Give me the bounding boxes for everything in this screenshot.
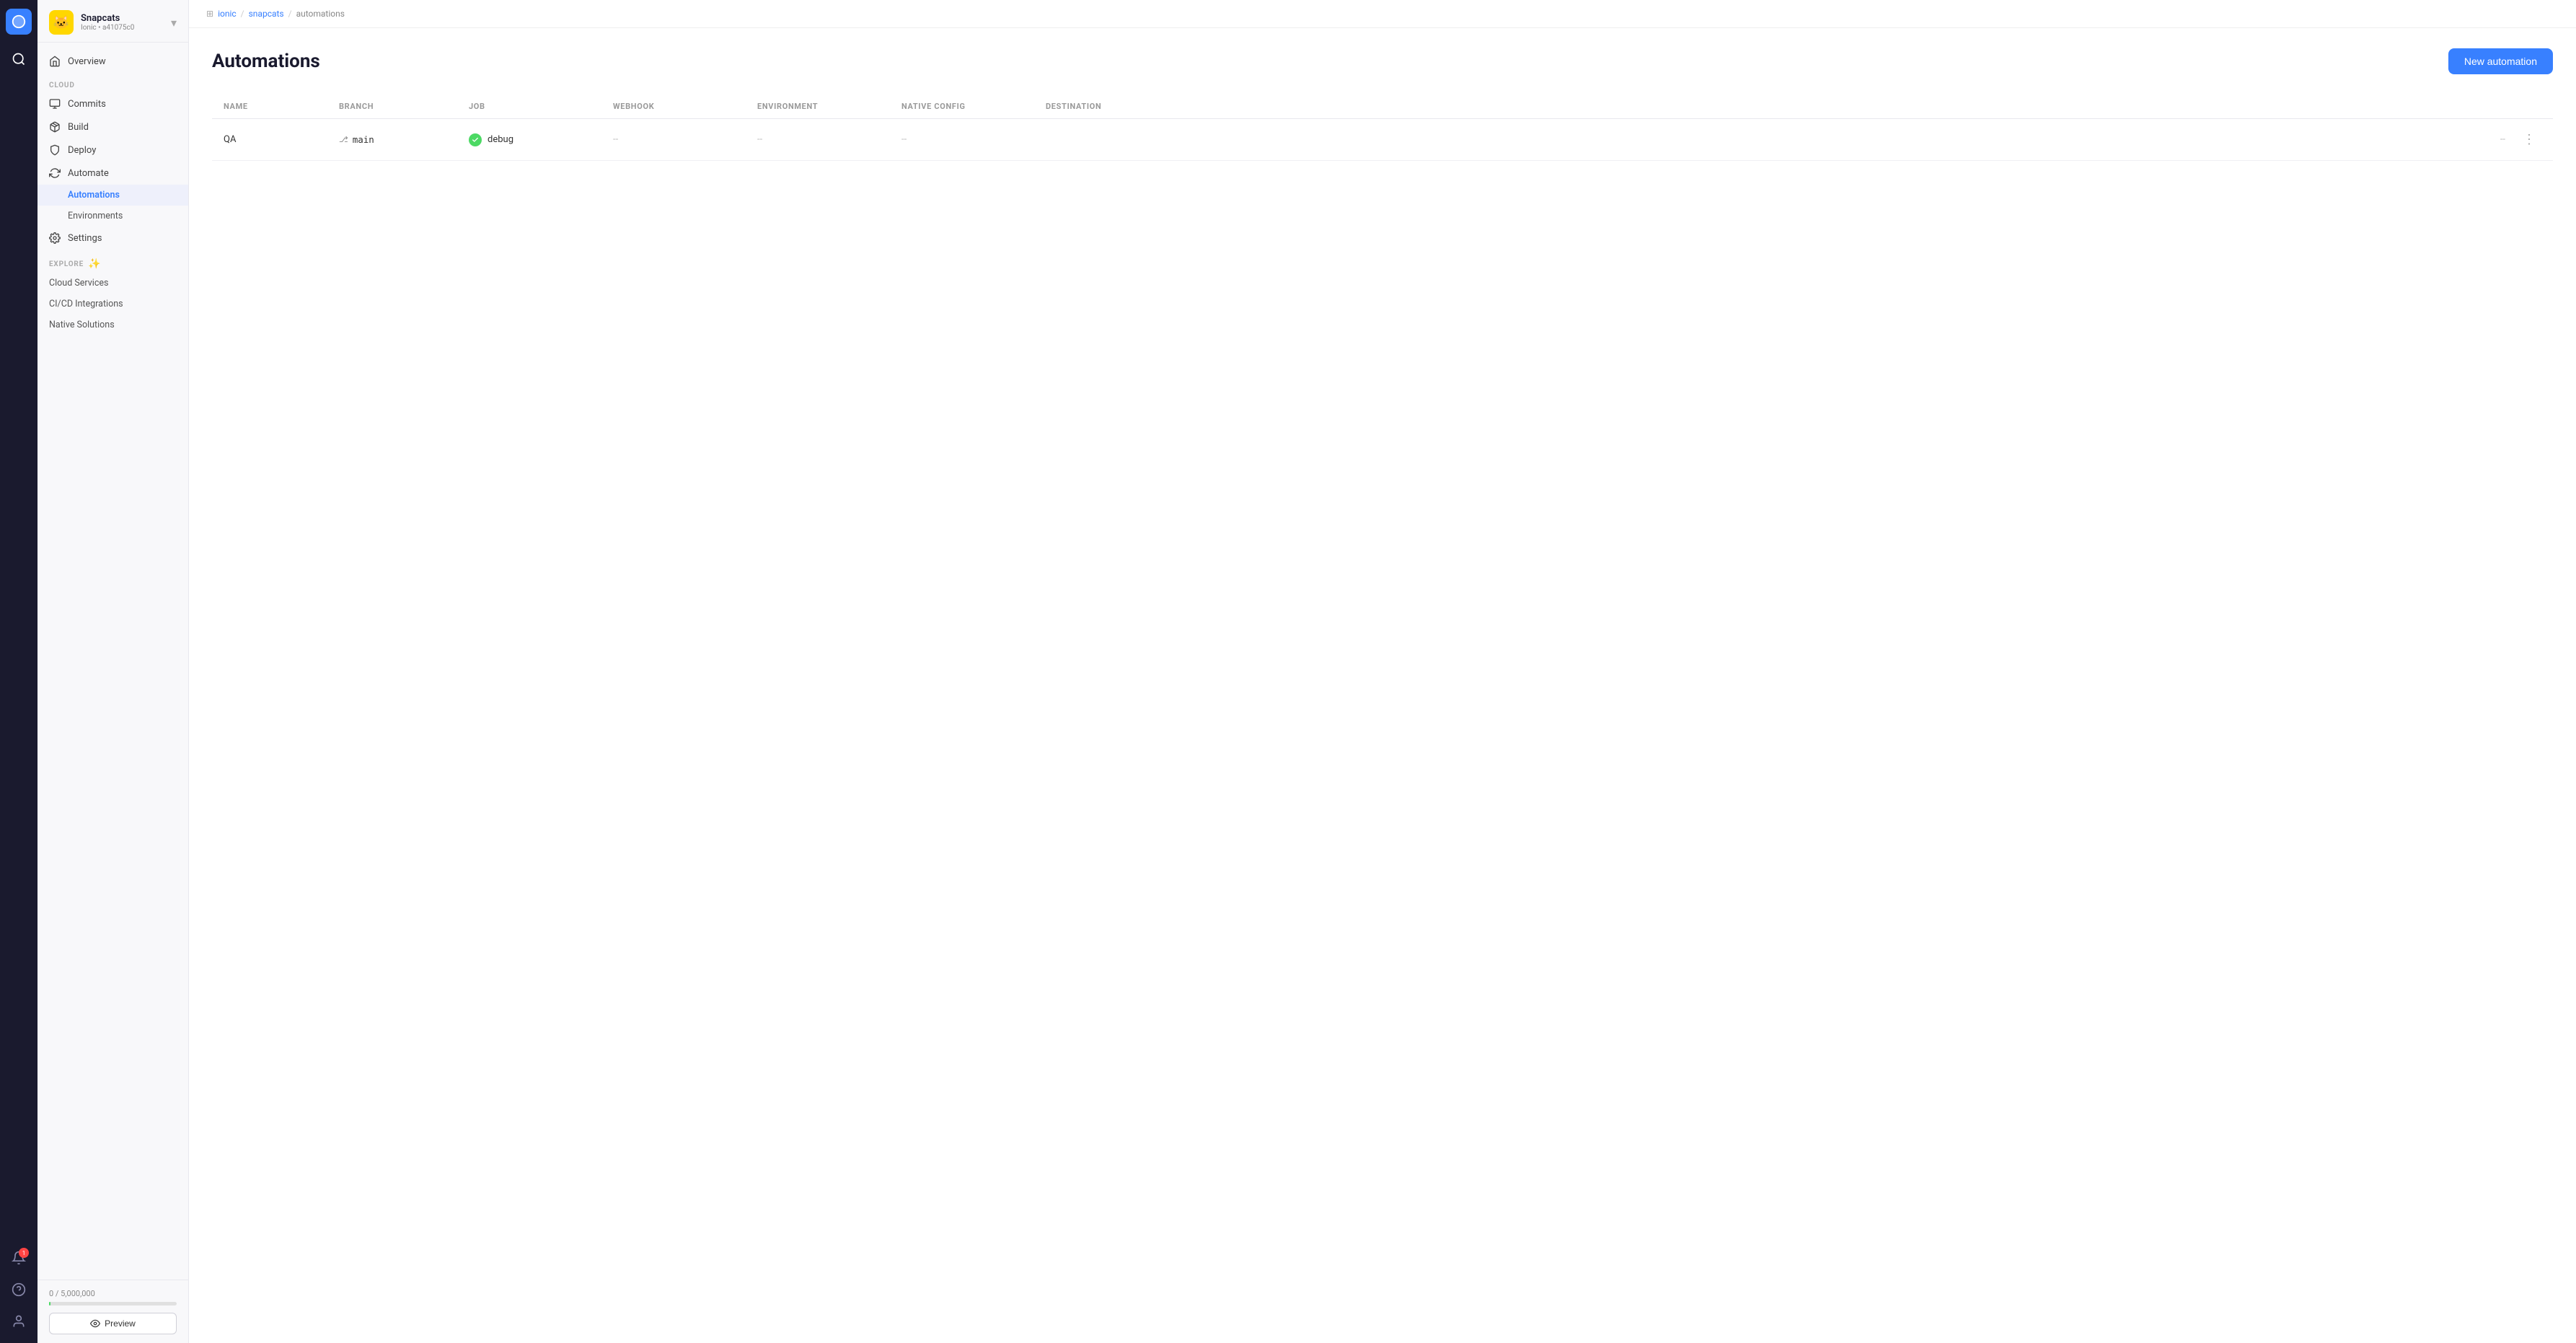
sidebar-item-native-solutions[interactable]: Native Solutions bbox=[38, 314, 188, 335]
sidebar-item-settings-label: Settings bbox=[68, 233, 102, 244]
usage-bar-fill bbox=[49, 1302, 50, 1305]
breadcrumb-sep2: / bbox=[288, 9, 292, 19]
content-area: Automations New automation NAME BRANCH J… bbox=[189, 28, 2576, 1343]
notification-count: 1 bbox=[19, 1248, 29, 1258]
row-branch: ⎇ main bbox=[339, 134, 469, 145]
destination-value: -- bbox=[2500, 134, 2505, 145]
page-header: Automations New automation bbox=[212, 48, 2553, 74]
row-job: debug bbox=[469, 133, 613, 146]
app-info: 🐱 Snapcats Ionic • a41075c0 bbox=[49, 10, 134, 35]
breadcrumb-automations: automations bbox=[296, 9, 345, 19]
app-logo[interactable] bbox=[6, 9, 32, 35]
row-destination: -- ⋮ bbox=[1046, 129, 2541, 150]
breadcrumb-snapcats[interactable]: snapcats bbox=[249, 9, 284, 19]
sidebar-item-overview[interactable]: Overview bbox=[38, 50, 188, 73]
row-webhook: -- bbox=[613, 134, 757, 145]
section-cloud: CLOUD bbox=[38, 73, 188, 92]
sidebar-item-build[interactable]: Build bbox=[38, 115, 188, 138]
breadcrumb-ionic[interactable]: ionic bbox=[218, 9, 237, 19]
row-name: QA bbox=[224, 134, 339, 145]
row-environment: -- bbox=[757, 134, 901, 145]
sidebar-item-deploy-label: Deploy bbox=[68, 145, 96, 156]
sidebar-item-automate[interactable]: Automate bbox=[38, 162, 188, 185]
sidebar-sub-environments-label: Environments bbox=[68, 211, 123, 221]
main-area: ⊞ ionic / snapcats / automations Automat… bbox=[189, 0, 2576, 1343]
notification-bell[interactable]: 1 bbox=[6, 1245, 32, 1271]
sidebar-item-commits[interactable]: Commits bbox=[38, 92, 188, 115]
sidebar-sub-automations[interactable]: Automations bbox=[38, 185, 188, 206]
usage-bar bbox=[49, 1302, 177, 1305]
col-destination: DESTINATION bbox=[1046, 102, 2541, 111]
sidebar-item-deploy[interactable]: Deploy bbox=[38, 138, 188, 162]
preview-label: Preview bbox=[105, 1318, 136, 1329]
new-automation-button[interactable]: New automation bbox=[2448, 48, 2553, 74]
col-branch: BRANCH bbox=[339, 102, 469, 111]
automations-table: NAME BRANCH JOB WEBHOOK ENVIRONMENT NATI… bbox=[212, 94, 2553, 161]
col-native-config: NATIVE CONFIG bbox=[901, 102, 1046, 111]
usage-label: 0 / 5,000,000 bbox=[49, 1289, 177, 1298]
avatar: 🐱 bbox=[49, 10, 74, 35]
breadcrumb: ⊞ ionic / snapcats / automations bbox=[189, 0, 2576, 28]
job-name: debug bbox=[488, 134, 513, 145]
section-explore: EXPLORE ✨ bbox=[38, 250, 188, 273]
col-webhook: WEBHOOK bbox=[613, 102, 757, 111]
sidebar-item-build-label: Build bbox=[68, 122, 89, 133]
breadcrumb-sep1: / bbox=[241, 9, 244, 19]
col-environment: ENVIRONMENT bbox=[757, 102, 901, 111]
table-header: NAME BRANCH JOB WEBHOOK ENVIRONMENT NATI… bbox=[212, 94, 2553, 119]
sidebar-item-overview-label: Overview bbox=[68, 56, 106, 67]
search-icon[interactable] bbox=[6, 46, 32, 72]
sidebar-sub-environments[interactable]: Environments bbox=[38, 206, 188, 226]
col-job: JOB bbox=[469, 102, 613, 111]
icon-rail: 1 bbox=[0, 0, 38, 1343]
sidebar-nav: Overview CLOUD Commits Build Deploy Auto… bbox=[38, 43, 188, 1280]
sidebar: 🐱 Snapcats Ionic • a41075c0 ▾ Overview C… bbox=[38, 0, 189, 1343]
preview-button[interactable]: Preview bbox=[49, 1313, 177, 1334]
sidebar-footer: 0 / 5,000,000 Preview bbox=[38, 1280, 188, 1343]
page-title: Automations bbox=[212, 50, 320, 72]
cloud-services-label: Cloud Services bbox=[49, 278, 108, 289]
row-native-config: -- bbox=[901, 134, 1046, 145]
sidebar-header: 🐱 Snapcats Ionic • a41075c0 ▾ bbox=[38, 0, 188, 43]
sparkle-icon: ✨ bbox=[88, 258, 101, 270]
breadcrumb-grid-icon: ⊞ bbox=[206, 9, 213, 19]
chevron-down-icon[interactable]: ▾ bbox=[171, 16, 177, 30]
sidebar-item-settings[interactable]: Settings bbox=[38, 226, 188, 250]
native-solutions-label: Native Solutions bbox=[49, 320, 115, 330]
cicd-label: CI/CD Integrations bbox=[49, 299, 123, 309]
table-row: QA ⎇ main debug -- -- bbox=[212, 119, 2553, 161]
app-name: Snapcats bbox=[81, 13, 134, 24]
help-icon[interactable] bbox=[6, 1277, 32, 1303]
sidebar-item-cicd[interactable]: CI/CD Integrations bbox=[38, 294, 188, 314]
sidebar-item-cloud-services[interactable]: Cloud Services bbox=[38, 273, 188, 294]
sidebar-item-automate-label: Automate bbox=[68, 168, 109, 179]
sidebar-item-commits-label: Commits bbox=[68, 99, 106, 110]
app-id: Ionic • a41075c0 bbox=[81, 24, 134, 32]
branch-icon: ⎇ bbox=[339, 135, 348, 144]
user-icon[interactable] bbox=[6, 1308, 32, 1334]
sidebar-sub-automations-label: Automations bbox=[68, 190, 120, 201]
job-status-dot bbox=[469, 133, 482, 146]
col-name: NAME bbox=[224, 102, 339, 111]
row-kebab-menu[interactable]: ⋮ bbox=[2517, 129, 2541, 150]
branch-name: main bbox=[353, 134, 374, 145]
